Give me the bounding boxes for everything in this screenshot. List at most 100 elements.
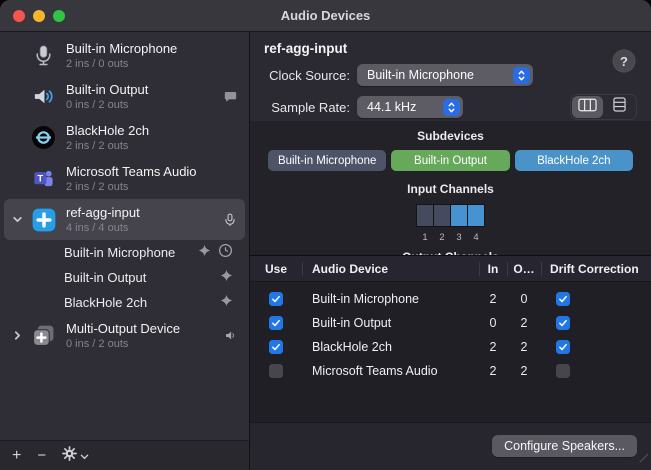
column-header-out[interactable]: O… [507,256,541,282]
selected-device-title: ref-agg-input [264,41,637,56]
input-channels-meter: 1 2 3 4 [250,203,651,243]
sidebar-item-built-in-microphone[interactable]: Built-in Microphone 2 ins / 0 outs [4,35,245,76]
column-header-drift-correction[interactable]: Drift Correction [541,256,651,282]
drift-correction-checkbox[interactable] [556,292,570,306]
row-device-name: BlackHole 2ch [302,340,479,354]
remove-device-button[interactable]: − [37,448,46,463]
channel-4 [468,205,484,226]
table-row[interactable]: Built-in Microphone 2 0 [250,287,651,311]
use-checkbox[interactable] [269,316,283,330]
drift-correction-checkbox[interactable] [556,316,570,330]
device-name: Built-in Microphone [66,40,237,57]
device-name: Microsoft Teams Audio [66,163,237,180]
subdevice-chip-built-in-output[interactable]: Built-in Output [391,150,509,171]
use-checkbox[interactable] [269,364,283,378]
column-header-audio-device[interactable]: Audio Device [302,256,479,282]
add-device-button[interactable]: + [12,448,21,464]
row-out-count: 2 [507,364,541,378]
blackhole-icon [30,124,57,151]
row-in-count: 2 [479,340,507,354]
clock-source-popup[interactable]: Built-in Microphone [357,64,533,86]
row-device-name: Microsoft Teams Audio [302,364,479,378]
table-header: Use Audio Device In O… Drift Correction [250,256,651,282]
speaker-badge-icon [224,329,237,342]
microphone-icon [30,42,57,69]
device-list: Built-in Microphone 2 ins / 0 outs Built… [0,32,249,440]
use-checkbox[interactable] [269,292,283,306]
svg-text:T: T [38,174,44,184]
subdevice-item-built-in-microphone[interactable]: Built-in Microphone [4,240,245,265]
chevron-down-icon [80,448,89,464]
row-device-name: Built-in Output [302,316,479,330]
subdevices-heading: Subdevices [250,129,651,143]
sample-rate-popup[interactable]: 44.1 kHz [357,96,463,118]
device-detail-panel: ref-agg-input ? Clock Source: Built-in M… [250,32,651,470]
column-view-button[interactable] [572,96,603,118]
drift-correction-checkbox[interactable] [556,364,570,378]
drift-icon [220,269,233,287]
clock-icon [218,243,233,263]
microphone-badge-icon [223,213,237,227]
traffic-lights [13,0,65,32]
row-in-count: 0 [479,316,507,330]
device-detail: 2 ins / 0 outs [66,57,237,71]
teams-icon: T [30,165,57,192]
rows-icon [613,97,626,117]
table-row[interactable]: BlackHole 2ch 2 2 [250,335,651,359]
drift-correction-checkbox[interactable] [556,340,570,354]
subdevice-item-blackhole-2ch[interactable]: BlackHole 2ch [4,290,245,315]
drift-icon [220,294,233,312]
columns-icon [578,98,597,117]
fullscreen-button[interactable] [53,10,65,22]
device-detail: 2 ins / 2 outs [66,139,237,153]
device-name: ref-agg-input [66,204,219,221]
titlebar[interactable]: Audio Devices [0,0,651,32]
table-row[interactable]: Microsoft Teams Audio 2 2 [250,359,651,383]
channel-number: 1 [417,232,433,243]
subdevice-item-built-in-output[interactable]: Built-in Output [4,265,245,290]
row-in-count: 2 [479,364,507,378]
device-name: Built-in Output [66,81,220,98]
device-sidebar: Built-in Microphone 2 ins / 0 outs Built… [0,32,250,470]
column-header-use[interactable]: Use [250,256,302,282]
chevron-right-icon[interactable] [4,330,30,341]
configure-speakers-button[interactable]: Configure Speakers... [492,435,637,457]
list-view-button[interactable] [604,96,635,118]
subdevice-name: Built-in Microphone [64,245,198,260]
device-settings-section: ref-agg-input ? Clock Source: Built-in M… [250,32,651,121]
table-row[interactable]: Built-in Output 0 2 [250,311,651,335]
gear-icon [62,446,77,465]
sidebar-item-microsoft-teams-audio[interactable]: T Microsoft Teams Audio 2 ins / 2 outs [4,158,245,199]
view-mode-segmented-control [570,94,637,120]
row-in-count: 2 [479,292,507,306]
chat-bubble-icon [224,90,237,103]
clock-source-label: Clock Source: [264,68,350,83]
sidebar-item-multi-output-device[interactable]: Multi-Output Device 0 ins / 2 outs [4,315,245,356]
column-header-in[interactable]: In [479,256,507,282]
window-title: Audio Devices [0,8,651,23]
row-out-count: 2 [507,316,541,330]
popup-arrows-icon [513,67,530,84]
help-button[interactable]: ? [613,50,635,72]
close-button[interactable] [13,10,25,22]
row-out-count: 0 [507,292,541,306]
actions-menu-button[interactable] [62,446,89,465]
channel-2 [434,205,450,226]
sidebar-item-blackhole-2ch[interactable]: BlackHole 2ch 2 ins / 2 outs [4,117,245,158]
sidebar-item-built-in-output[interactable]: Built-in Output 0 ins / 2 outs [4,76,245,117]
chevron-down-icon[interactable] [4,214,30,225]
sidebar-item-ref-agg-input[interactable]: ref-agg-input 4 ins / 4 outs [4,199,245,240]
popup-arrows-icon [443,99,460,116]
use-checkbox[interactable] [269,340,283,354]
resize-handle[interactable] [639,450,649,468]
subdevices-row: Built-in Microphone Built-in Output Blac… [250,150,651,171]
channel-number: 2 [434,232,450,243]
drift-icon [198,244,211,262]
minimize-button[interactable] [33,10,45,22]
subdevice-chip-built-in-microphone[interactable]: Built-in Microphone [268,150,386,171]
audio-devices-window: Audio Devices Built-in Microphone 2 ins … [0,0,651,470]
device-detail: 0 ins / 2 outs [66,98,220,112]
subdevice-chip-blackhole-2ch[interactable]: BlackHole 2ch [515,150,633,171]
channel-3 [451,205,467,226]
table-body: Built-in Microphone 2 0 Built-in Output … [250,282,651,383]
